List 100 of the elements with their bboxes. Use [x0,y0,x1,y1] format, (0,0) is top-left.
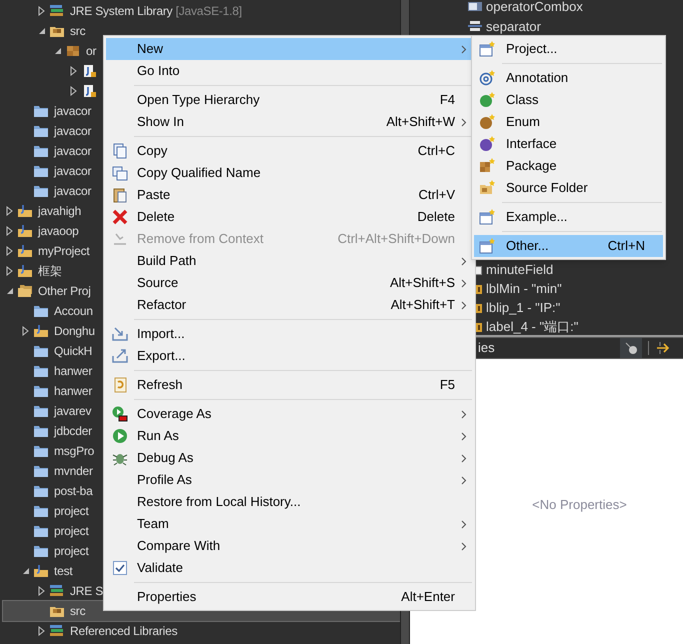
collapse-arrow-icon[interactable] [6,287,14,295]
label-icon [476,302,482,314]
tree-item-label[interactable]: jdbcder [54,424,92,438]
tree-item-label[interactable]: hanwer [54,364,92,378]
tree-item-label[interactable]: Donghu [54,324,95,338]
expand-arrow-icon[interactable] [70,66,78,76]
tree-item-label[interactable]: javarev [54,404,92,418]
menu-item[interactable]: Class [474,89,663,111]
menu-item[interactable]: Run As [106,425,473,447]
tree-item-label[interactable]: javacor [54,124,92,138]
menu-item[interactable]: Export... [106,345,473,367]
package-icon [65,44,81,58]
tree-item-label[interactable]: hanwer [54,384,92,398]
checkbox[interactable] [113,561,127,575]
package-folder-icon [49,24,65,38]
menu-item[interactable]: New [106,38,473,60]
menu-item[interactable]: Build Path [106,250,473,272]
empty-message: <No Properties> [532,496,627,514]
folder-icon [33,404,49,418]
menu-item[interactable]: Import... [106,323,473,345]
collapse-arrow-icon[interactable] [54,47,62,55]
menu-item[interactable]: Team [106,513,473,535]
menu-item[interactable]: Validate [106,557,473,579]
expand-arrow-icon[interactable] [38,586,46,596]
expand-arrow-icon[interactable] [6,206,14,216]
menu-item[interactable]: Copy Qualified Name [106,162,473,184]
tree-item-label[interactable]: src [70,24,86,38]
expand-arrow-icon[interactable] [38,626,46,636]
menu-item[interactable]: Refactor Alt+Shift+T [106,294,473,316]
folder-icon [33,124,49,138]
tree-item-label[interactable]: javacor [54,184,92,198]
menu-item[interactable]: Interface [474,133,663,155]
tree-item-label[interactable]: QuickH [54,344,92,358]
tree-item-label[interactable]: src [70,604,86,618]
tree-item-label[interactable]: project [54,504,89,518]
pin-icon[interactable] [624,341,638,355]
menu-item[interactable]: Debug As [106,447,473,469]
tree-item-label[interactable]: javaoop [38,224,79,238]
menu-item[interactable]: Other... Ctrl+N [474,235,663,257]
menu-item[interactable]: Enum [474,111,663,133]
annotation-icon [479,70,495,86]
tree-item-label[interactable]: javacor [54,104,92,118]
menu-item[interactable]: Source Alt+Shift+S [106,272,473,294]
java-file-icon [81,64,97,78]
menu-item[interactable]: Source Folder [474,177,663,199]
copy-icon [112,143,128,159]
tree-item-label[interactable]: project [54,524,89,538]
tree-item-label[interactable]: javacor [54,164,92,178]
copy-name-icon [112,165,128,181]
outline-item-label[interactable]: separator [486,18,541,34]
menu-item[interactable]: Copy Ctrl+C [106,140,473,162]
folder-icon [33,524,49,538]
expand-arrow-icon[interactable] [22,326,30,336]
view-tab[interactable]: ies [478,338,495,358]
outline-item-label[interactable]: label_4 - "端口:" [486,319,578,334]
tree-item-label[interactable]: Accoun [54,304,93,318]
menu-item[interactable]: Go Into [106,60,473,82]
expand-arrow-icon[interactable] [6,266,14,276]
tree-item-label[interactable]: JRE System Library [JavaSE-1.8] [70,4,242,18]
menu-item[interactable]: Paste Ctrl+V [106,184,473,206]
expand-arrow-icon[interactable] [6,246,14,256]
tree-item-label[interactable]: Other Proj [38,284,91,298]
collapse-arrow-icon[interactable] [22,567,30,575]
collapse-arrow-icon[interactable] [38,27,46,35]
tree-item-label[interactable]: Referenced Libraries [70,624,178,638]
arrow-icon[interactable] [655,341,671,355]
outline-item-label[interactable]: minuteField [486,262,554,277]
menu-item[interactable]: Coverage As [106,403,473,425]
tree-item-label[interactable]: or [86,44,96,58]
menu-item[interactable]: Compare With [106,535,473,557]
outline-item-label[interactable]: operatorCombox [486,0,583,14]
menu-item[interactable]: Annotation [474,67,663,89]
menu-item[interactable]: Project... [474,38,663,60]
menu-item[interactable]: Profile As [106,469,473,491]
menu-item[interactable]: Refresh F5 [106,374,473,396]
tree-item-label[interactable]: myProject [38,244,90,258]
menu-item[interactable]: Package [474,155,663,177]
expand-arrow-icon[interactable] [70,86,78,96]
outline-item-label[interactable]: lblMin - "min" [486,281,562,296]
expand-arrow-icon[interactable] [6,226,14,236]
tree-item-label[interactable]: mvnder [54,464,93,478]
run-icon [112,428,128,444]
menu-item[interactable]: Open Type Hierarchy F4 [106,89,473,111]
menu-item[interactable]: Show In Alt+Shift+W [106,111,473,133]
outline-item-label[interactable]: lblip_1 - "IP:" [486,300,560,315]
tree-item-label[interactable]: JRE S [70,584,104,598]
menu-item[interactable]: Example... [474,206,663,228]
tree-item-label[interactable]: javacor [54,144,92,158]
tree-item-label[interactable]: msgPro [54,444,94,458]
expand-arrow-icon[interactable] [38,6,46,16]
tree-item-label[interactable]: test [54,564,73,578]
menu-item[interactable]: Restore from Local History... [106,491,473,513]
menu-item[interactable]: Delete Delete [106,206,473,228]
project-icon [33,564,49,578]
tree-item-label[interactable]: 框架 [38,264,62,278]
tree-item-label[interactable]: javahigh [38,204,82,218]
tree-item-label[interactable]: project [54,544,89,558]
folder-icon [33,144,49,158]
tree-item-label[interactable]: post-ba [54,484,93,498]
remove-icon [112,231,128,247]
